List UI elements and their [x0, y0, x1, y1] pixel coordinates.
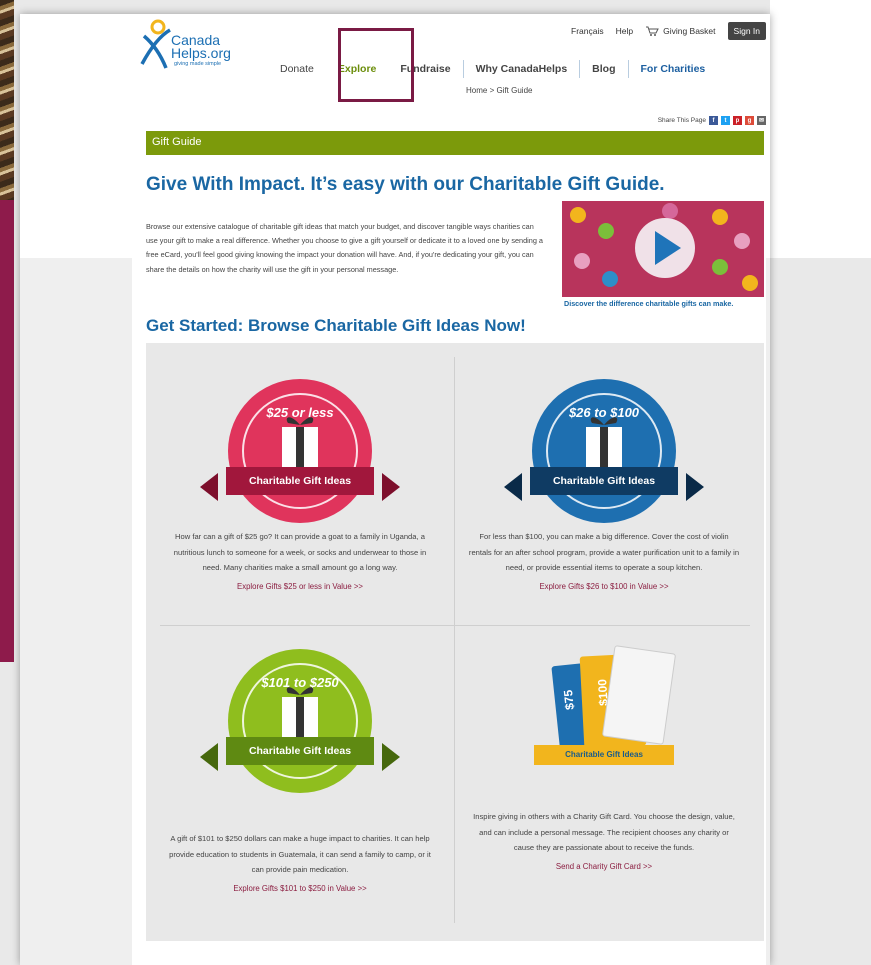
intro-text: Browse our extensive catalogue of charit… — [146, 222, 543, 274]
gift-tile-250: $101 to $250 Charitable Gift Ideas A gif… — [150, 649, 450, 896]
nav-donate[interactable]: Donate — [268, 63, 326, 75]
play-icon[interactable] — [655, 231, 681, 265]
ribbon-tail — [686, 473, 704, 501]
breadcrumb[interactable]: Home > Gift Guide — [466, 86, 532, 95]
badge-ribbon: Charitable Gift Ideas — [200, 467, 400, 501]
gift-ideas-grid: $25 or less Charitable Gift Ideas How fa… — [146, 343, 764, 941]
explore-highlight-box — [338, 28, 414, 102]
decor-dot — [598, 223, 614, 239]
explore-gifts-100-link[interactable]: Explore Gifts $26 to $100 in Value >> — [539, 582, 668, 591]
video-thumbnail[interactable] — [562, 201, 764, 297]
nav-blog[interactable]: Blog — [580, 63, 627, 75]
gift-icon — [586, 427, 622, 467]
nav-for-charities[interactable]: For Charities — [629, 63, 718, 75]
decor-dot — [742, 275, 758, 291]
bow-icon — [286, 417, 314, 425]
gift-card-ribbon: Charitable Gift Ideas — [534, 745, 674, 765]
ribbon-tail — [382, 473, 400, 501]
decor-dot — [574, 253, 590, 269]
language-link[interactable]: Français — [571, 26, 604, 36]
share-label: Share This Page — [657, 117, 706, 124]
gift-card-image[interactable]: $75 $100 Charitable Gift Ideas — [504, 645, 704, 789]
ribbon-tail — [382, 743, 400, 771]
ribbon-tail — [200, 473, 218, 501]
background-photo — [0, 0, 14, 200]
pinterest-icon[interactable]: p — [733, 116, 742, 125]
ribbon-tail — [200, 743, 218, 771]
gift-badge-100[interactable]: $26 to $100 Charitable Gift Ideas — [504, 379, 704, 523]
badge-ribbon: Charitable Gift Ideas — [504, 467, 704, 501]
gift-badge-25[interactable]: $25 or less Charitable Gift Ideas — [200, 379, 400, 523]
gift-badge-250[interactable]: $101 to $250 Charitable Gift Ideas — [200, 649, 400, 793]
canadahelps-logo[interactable]: Canada Helps.org giving made simple — [136, 18, 236, 74]
sign-in-button[interactable]: Sign In — [727, 22, 766, 40]
tile-description: A gift of $101 to $250 dollars can make … — [169, 834, 431, 875]
gift-card-white — [601, 645, 677, 745]
video-caption[interactable]: Discover the difference charitable gifts… — [564, 299, 733, 308]
google-plus-icon[interactable]: g — [745, 116, 754, 125]
gift-icon — [282, 427, 318, 467]
bow-icon — [286, 687, 314, 695]
logo-text-domain: Helps.org — [171, 45, 231, 61]
gift-icon — [282, 697, 318, 737]
twitter-icon[interactable]: t — [721, 116, 730, 125]
tile-description: For less than $100, you can make a big d… — [468, 532, 740, 573]
giving-basket-link[interactable]: Giving Basket — [645, 26, 716, 37]
ribbon-label: Charitable Gift Ideas — [226, 737, 374, 765]
decor-dot — [662, 203, 678, 219]
nav-why-canadahelps[interactable]: Why CanadaHelps — [464, 63, 580, 75]
email-icon[interactable]: ✉ — [757, 116, 766, 125]
web-page: Canada Helps.org giving made simple Fran… — [20, 14, 770, 965]
explore-gifts-250-link[interactable]: Explore Gifts $101 to $250 in Value >> — [233, 884, 366, 893]
decor-dot — [602, 271, 618, 287]
gift-tile-25: $25 or less Charitable Gift Ideas How fa… — [150, 379, 450, 594]
decor-dot — [734, 233, 750, 249]
page-title: Give With Impact. It’s easy with our Cha… — [146, 174, 665, 195]
share-bar: Share This Page f t p g ✉ — [658, 116, 766, 125]
main-nav: Donate Explore Fundraise Why CanadaHelps… — [268, 60, 717, 78]
bow-icon — [590, 417, 618, 425]
ribbon-label: Charitable Gift Ideas — [530, 467, 678, 495]
ribbon-tail — [504, 473, 522, 501]
card-value: $75 — [560, 689, 577, 711]
content-column: Canada Helps.org giving made simple Fran… — [132, 14, 766, 965]
badge-ribbon: Charitable Gift Ideas — [200, 737, 400, 771]
background-right — [770, 0, 871, 258]
decor-dot — [712, 209, 728, 225]
facebook-icon[interactable]: f — [709, 116, 718, 125]
logo-figure-icon — [140, 19, 171, 69]
section-subtitle: Get Started: Browse Charitable Gift Idea… — [146, 316, 526, 335]
ribbon-label: Charitable Gift Ideas — [226, 467, 374, 495]
decor-dot — [712, 259, 728, 275]
giving-basket-label: Giving Basket — [663, 26, 716, 36]
grid-divider — [160, 625, 750, 626]
decor-dot — [570, 207, 586, 223]
section-bar: Gift Guide — [146, 131, 764, 155]
tile-description: Inspire giving in others with a Charity … — [473, 812, 735, 853]
explore-gifts-25-link[interactable]: Explore Gifts $25 or less in Value >> — [237, 582, 363, 591]
utility-bar: Français Help Giving Basket Sign In — [571, 22, 766, 40]
gift-card-tile: $75 $100 Charitable Gift Ideas Inspire g… — [454, 645, 754, 874]
background-panel — [0, 200, 14, 662]
cart-icon — [646, 26, 659, 36]
help-link[interactable]: Help — [616, 26, 633, 36]
tile-description: How far can a gift of $25 go? It can pro… — [173, 532, 427, 573]
logo-tagline: giving made simple — [174, 61, 222, 67]
gift-tile-100: $26 to $100 Charitable Gift Ideas For le… — [454, 379, 754, 594]
send-gift-card-link[interactable]: Send a Charity Gift Card >> — [556, 862, 652, 871]
